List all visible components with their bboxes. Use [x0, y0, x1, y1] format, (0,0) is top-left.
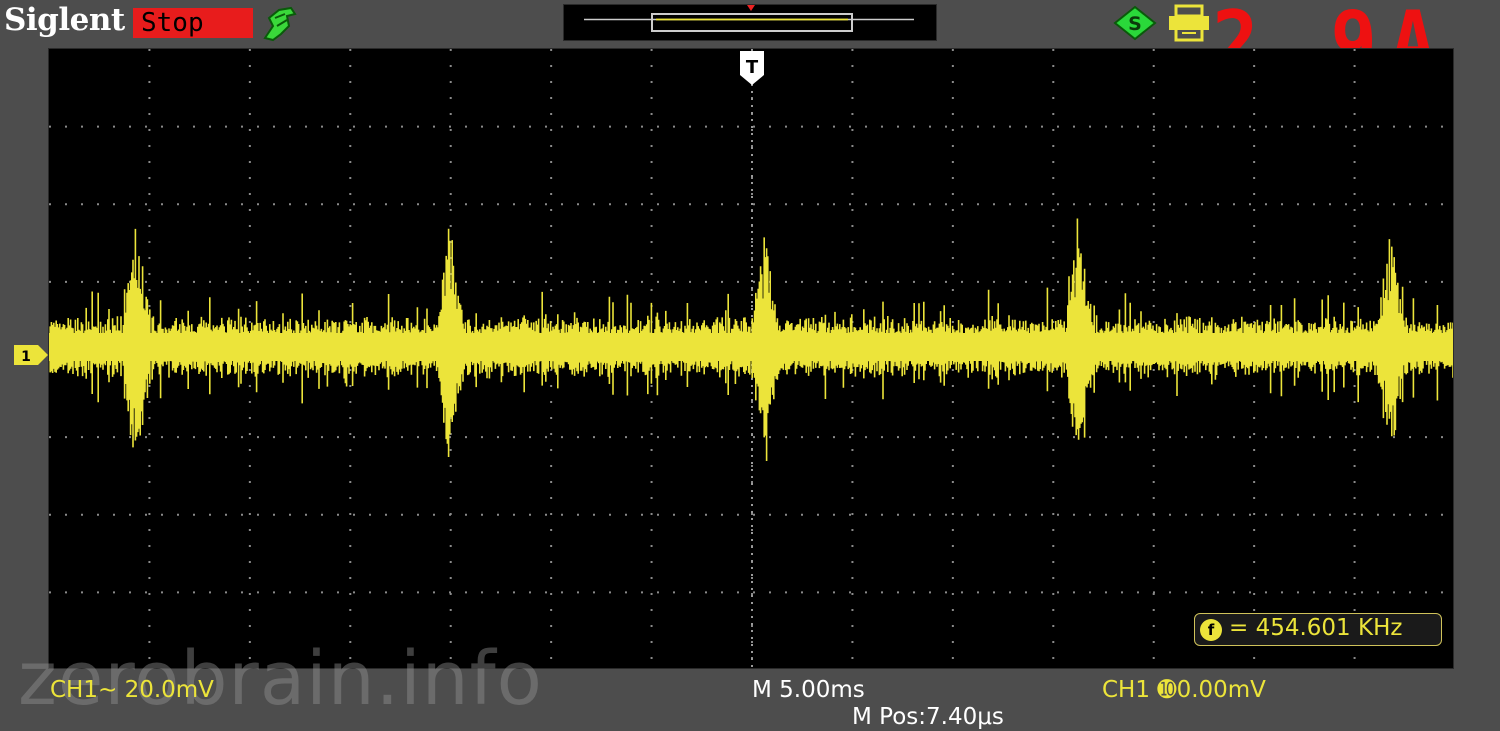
acquisition-status[interactable]: Stop	[133, 8, 253, 38]
frequency-value: = 454.601 KHz	[1229, 615, 1403, 641]
printer-icon	[1169, 4, 1209, 42]
channel-1-ground-marker[interactable]: 1	[14, 343, 48, 367]
waveform-position-indicator	[584, 5, 914, 32]
ch1-vertical-scale[interactable]: CH1~ 20.0mV	[50, 677, 214, 703]
trigger-icon: S	[1113, 5, 1157, 41]
running-man-icon	[263, 6, 297, 42]
svg-text:S: S	[1128, 13, 1142, 35]
memory-depth-bar[interactable]	[563, 4, 937, 41]
waveform-display[interactable]: T	[48, 48, 1454, 669]
oscilloscope-screen: Siglent Stop S 2,9A T 1 f = 454.601 KHz …	[0, 0, 1500, 731]
svg-text:T: T	[746, 57, 759, 78]
trigger-position-marker: T	[740, 51, 764, 85]
channel-1-trace-core	[49, 333, 1453, 361]
horizontal-position[interactable]: M Pos:7.40μs	[852, 704, 1004, 730]
trigger-level[interactable]: CH1 ➓0.00mV	[1102, 677, 1266, 703]
timebase-setting[interactable]: M 5.00ms	[752, 677, 865, 703]
graticule: T	[49, 49, 1453, 668]
brand-logo: Siglent	[4, 2, 125, 38]
trigger-position-icon	[747, 5, 755, 11]
frequency-measurement: f = 454.601 KHz	[1194, 613, 1442, 646]
frequency-icon: f	[1200, 619, 1222, 641]
svg-text:1: 1	[21, 349, 31, 365]
